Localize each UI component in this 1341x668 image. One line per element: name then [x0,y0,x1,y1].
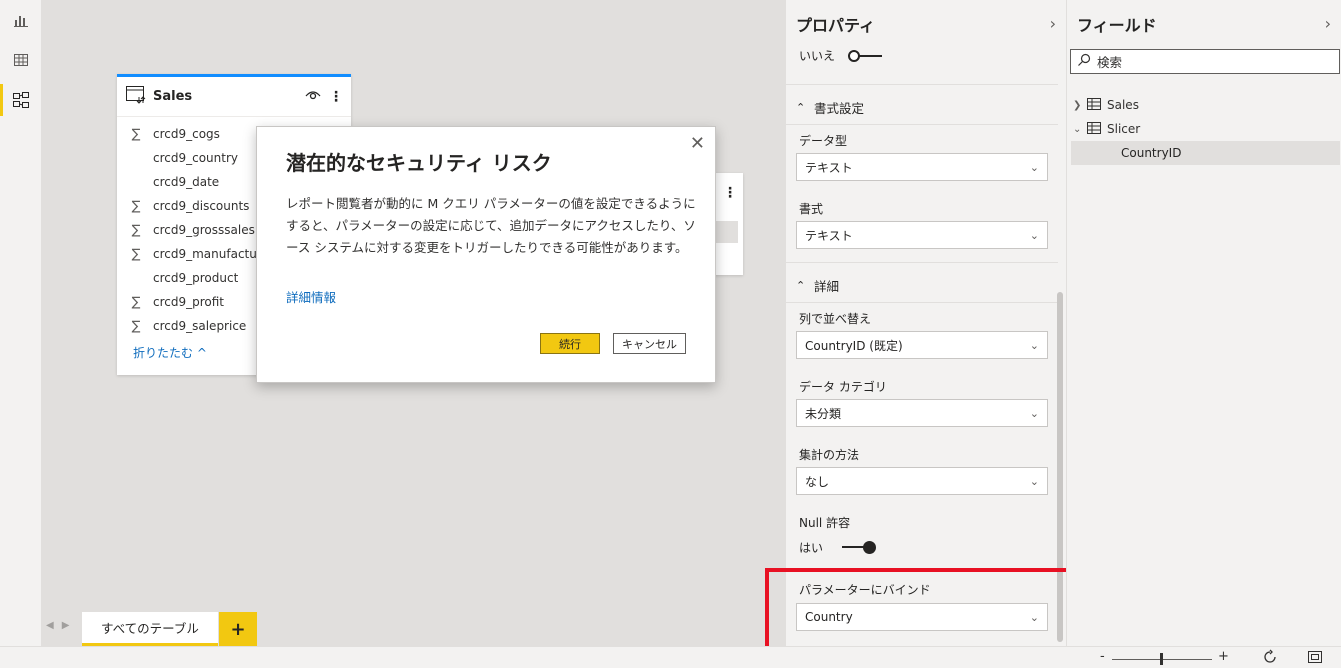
chevron-right-icon[interactable]: › [1050,14,1056,33]
sigma-icon: ∑ [131,222,141,238]
divider [786,124,1058,125]
fit-to-page-icon[interactable] [1307,649,1323,668]
close-icon[interactable]: ✕ [690,133,705,154]
chevron-right-icon[interactable]: › [1325,14,1331,33]
sigma-icon: ∑ [131,126,141,142]
format-dropdown[interactable]: テキスト ⌄ [796,221,1048,249]
sigma-icon: ∑ [131,294,141,310]
search-icon [1077,53,1091,70]
fields-pane: フィールド › 検索 ❯ Sales ⌄ Slicer CountryID [1066,0,1341,646]
data-type-dropdown[interactable]: テキスト ⌄ [796,153,1048,181]
add-layout-button[interactable]: + [219,612,257,646]
sort-by-dropdown[interactable]: CountryID (既定) ⌄ [796,331,1048,359]
hidden-toggle-label: いいえ [799,49,836,63]
chevron-down-icon: ⌄ [1029,475,1039,488]
chevron-right-icon[interactable]: ❯ [1073,100,1085,111]
report-view-icon[interactable] [0,2,42,38]
properties-title: プロパティ [796,16,876,35]
tab-scroll-arrows-icon[interactable]: ◀▶ [46,620,77,631]
tree-table-slicer[interactable]: ⌄ Slicer [1073,118,1140,140]
data-view-icon[interactable] [0,42,42,78]
security-risk-dialog: ✕ 潜在的なセキュリティ リスク レポート閲覧者が動的に M クエリ パラメータ… [256,126,716,383]
continue-button[interactable]: 続行 [540,333,600,354]
data-category-label: データ カテゴリ [799,380,887,394]
zoom-slider[interactable]: - + [1100,649,1230,667]
data-category-dropdown[interactable]: 未分類 ⌄ [796,399,1048,427]
card-header: Sales ⋮ [117,77,351,117]
left-nav [0,0,42,668]
chevron-down-icon: ⌄ [1029,407,1039,420]
sigma-icon: ∑ [131,318,141,334]
nullable-toggle-label: はい [799,541,824,555]
zoom-in-button[interactable]: + [1218,649,1229,664]
summarize-label: 集計の方法 [799,448,860,462]
fields-title: フィールド [1077,16,1157,35]
detail-section-header[interactable]: ⌃ 詳細 [796,276,839,295]
divider [786,262,1058,263]
status-bar: - + [0,646,1341,668]
chevron-down-icon: ⌄ [1029,229,1039,242]
table-icon [125,85,147,108]
card-title: Sales [153,89,193,104]
divider [786,84,1058,85]
more-options-icon[interactable]: ⋮ [723,185,737,201]
format-section-header[interactable]: ⌃ 書式設定 [796,98,864,117]
chevron-down-icon[interactable]: ⌄ [1073,124,1085,135]
hidden-toggle[interactable] [848,50,882,62]
highlight-annotation [765,568,1099,655]
dialog-title: 潜在的なセキュリティ リスク [286,151,552,175]
nullable-label: Null 許容 [799,516,851,530]
table-icon [1087,97,1101,113]
search-input[interactable]: 検索 [1070,49,1340,74]
table-icon [1087,121,1101,137]
nullable-toggle[interactable] [842,541,876,554]
divider [786,302,1058,303]
learn-more-link[interactable]: 詳細情報 [286,287,336,306]
summarize-dropdown[interactable]: なし ⌄ [796,467,1048,495]
zoom-out-button[interactable]: - [1100,649,1105,664]
collapse-link[interactable]: 折りたたむ ^ [133,344,207,361]
chevron-down-icon: ⌄ [1029,161,1039,174]
data-type-label: データ型 [799,134,848,148]
format-label: 書式 [799,202,824,216]
sigma-icon: ∑ [131,246,141,262]
sigma-icon: ∑ [131,198,141,214]
chevron-down-icon: ⌄ [1029,339,1039,352]
zoom-thumb[interactable] [1160,653,1163,665]
chevron-up-icon: ⌃ [796,279,806,292]
model-view-icon[interactable] [0,82,42,118]
tree-column-countryid[interactable]: CountryID [1071,141,1340,165]
sort-by-label: 列で並べ替え [799,312,872,326]
dialog-body: レポート閲覧者が動的に M クエリ パラメーターの値を設定できるようにすると、パ… [286,196,696,255]
layout-tab-bar: ◀▶ すべてのテーブル + [42,610,785,646]
cancel-button[interactable]: キャンセル [613,333,686,354]
tab-all-tables[interactable]: すべてのテーブル [82,612,218,646]
visibility-eye-icon[interactable] [305,89,321,104]
properties-pane: プロパティ › いいえ ⌃ 書式設定 データ型 テキスト ⌄ 書式 テキスト ⌄… [785,0,1066,646]
tree-table-sales[interactable]: ❯ Sales [1073,94,1139,116]
chevron-up-icon: ⌃ [796,101,806,114]
more-options-icon[interactable]: ⋮ [329,90,343,104]
reset-layout-icon[interactable] [1262,649,1278,668]
